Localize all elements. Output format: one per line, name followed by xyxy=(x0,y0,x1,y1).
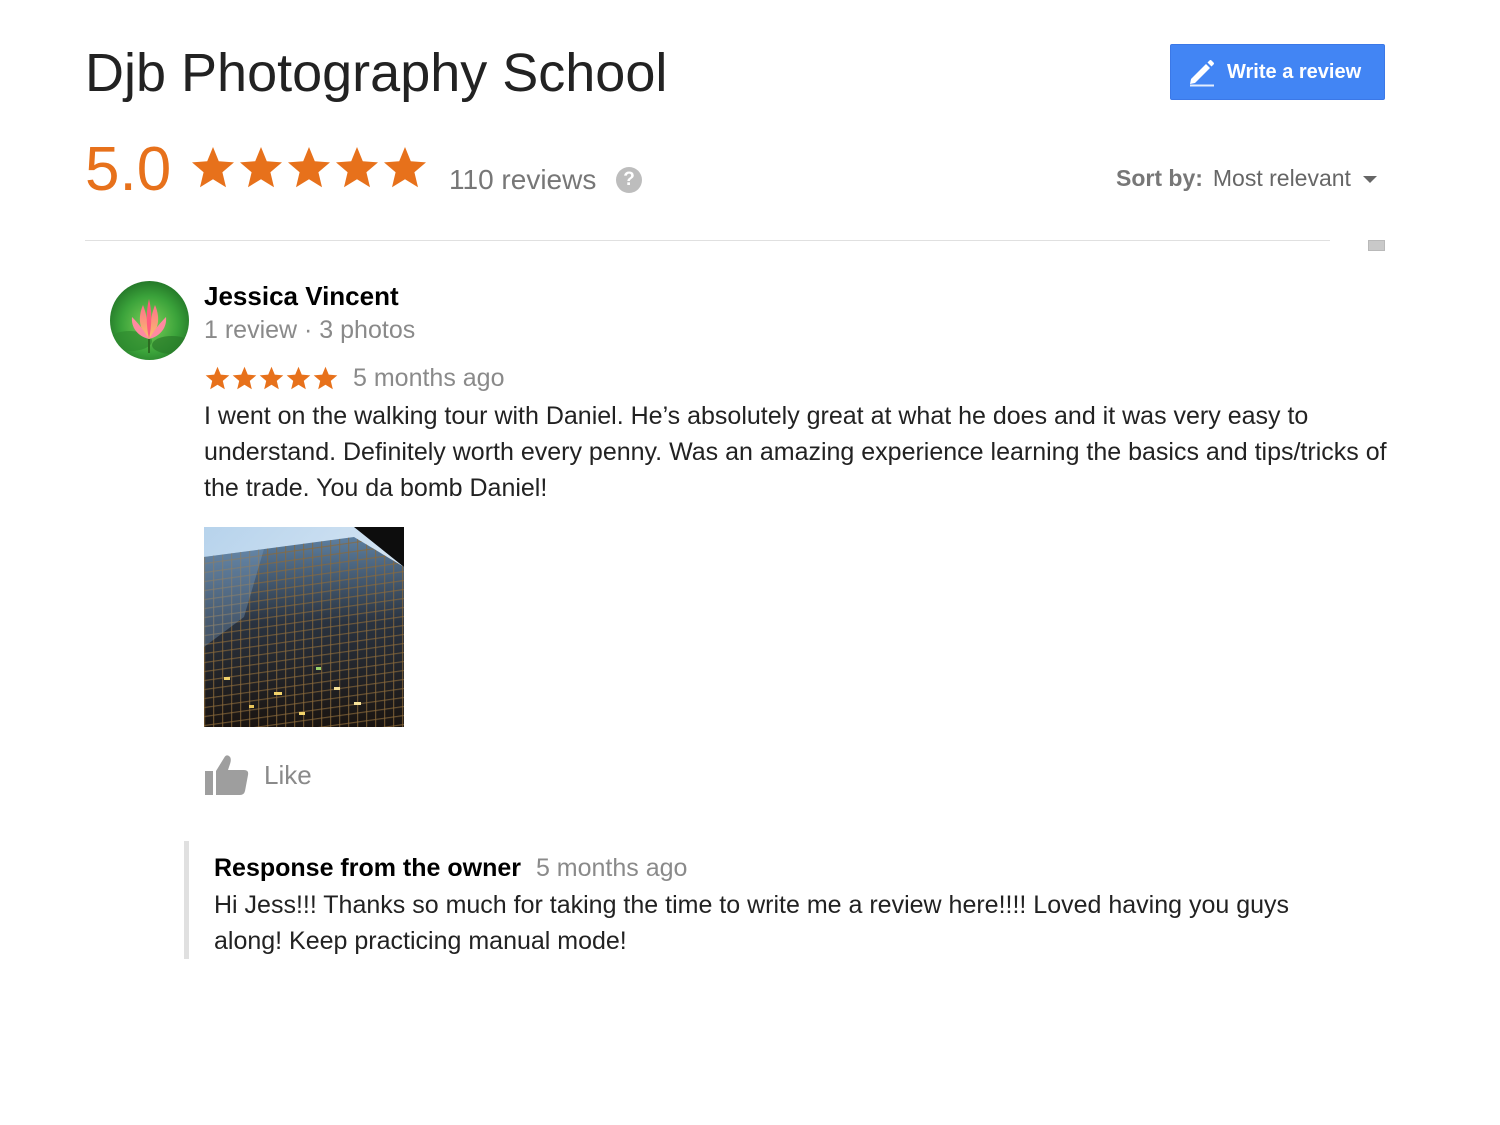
owner-response-text: Hi Jess!!! Thanks so much for taking the… xyxy=(214,891,1290,955)
star-icon xyxy=(381,144,429,192)
owner-response-label: Response from the owner xyxy=(214,854,521,882)
rating-stars xyxy=(189,144,429,192)
star-icon xyxy=(258,365,285,392)
write-review-label: Write a review xyxy=(1227,60,1362,83)
sort-dropdown[interactable]: Sort by: Most relevant xyxy=(1116,162,1377,194)
scrollbar-thumb[interactable] xyxy=(1368,240,1385,251)
author-meta: 1 review · 3 photos xyxy=(204,316,416,344)
star-icon xyxy=(333,144,381,192)
star-icon xyxy=(285,144,333,192)
review-rating: 5 months ago xyxy=(204,362,505,394)
caret-down-icon xyxy=(1362,175,1377,183)
write-review-button[interactable]: Write a review xyxy=(1170,44,1385,100)
rating-value: 5.0 xyxy=(85,135,172,204)
reviews-count[interactable]: 110 reviews xyxy=(449,160,596,200)
page-title: Djb Photography School xyxy=(85,43,668,103)
pencil-icon xyxy=(1187,57,1217,87)
avatar[interactable] xyxy=(110,281,189,360)
sort-label: Sort by: xyxy=(1116,165,1203,191)
owner-response: Response from the owner 5 months ago Hi … xyxy=(184,841,1364,959)
review-author[interactable]: Jessica Vincent xyxy=(204,280,399,312)
owner-response-time: 5 months ago xyxy=(535,854,688,882)
sort-value: Most relevant xyxy=(1212,165,1351,191)
thumbs-up-icon xyxy=(204,754,250,796)
star-icon xyxy=(237,144,285,192)
star-icon xyxy=(285,365,312,392)
star-icon xyxy=(204,365,231,392)
star-icon xyxy=(189,144,237,192)
star-icon xyxy=(231,365,258,392)
review-time: 5 months ago xyxy=(353,364,505,392)
like-button[interactable]: Like xyxy=(204,752,312,798)
review-stars xyxy=(204,365,339,392)
owner-response-header: Response from the owner 5 months ago xyxy=(214,851,687,885)
review-photo[interactable] xyxy=(204,527,404,727)
divider xyxy=(85,240,1330,241)
help-icon[interactable]: ? xyxy=(616,167,642,193)
review-text: I went on the walking tour with Daniel. … xyxy=(204,402,1387,502)
star-icon xyxy=(312,365,339,392)
like-label: Like xyxy=(264,759,312,790)
